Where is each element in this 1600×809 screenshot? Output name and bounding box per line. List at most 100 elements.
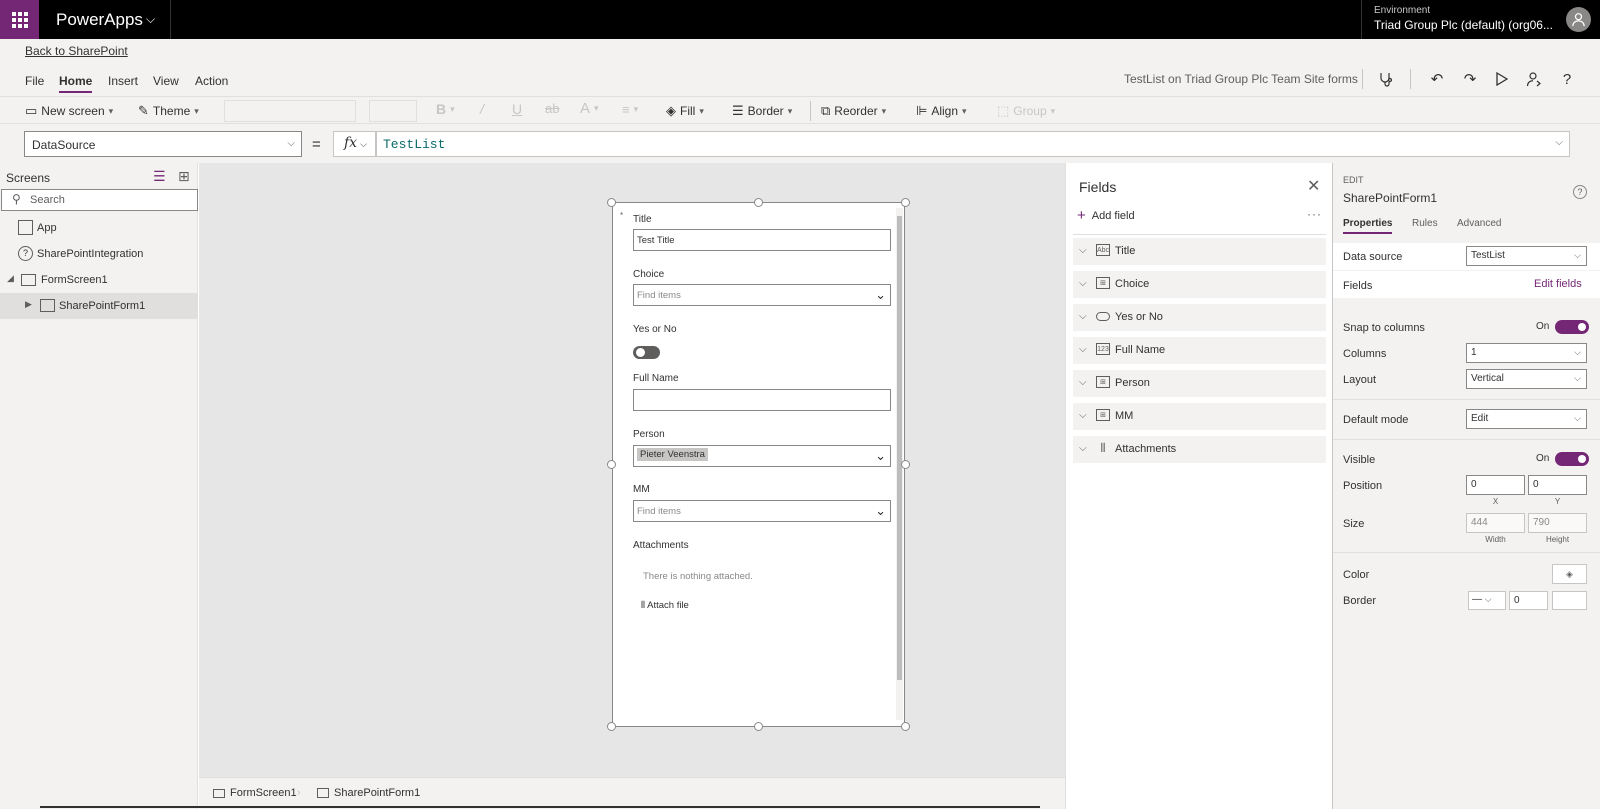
menu-home[interactable]: Home xyxy=(59,74,93,93)
tree-list-icon[interactable]: ☰ xyxy=(153,168,166,185)
align-button[interactable]: ⊫ Align ▾ xyxy=(916,103,967,119)
resize-handle[interactable] xyxy=(607,198,616,207)
yes-no-toggle[interactable] xyxy=(633,346,660,359)
form-scrollbar-thumb[interactable] xyxy=(897,216,902,680)
sharepoint-form[interactable]: * Title Test Title Choice Find items ⌄ Y… xyxy=(612,202,905,727)
help-icon[interactable]: ? xyxy=(1573,185,1587,199)
field-item-yes-or-no[interactable]: ⌵ Yes or No xyxy=(1073,304,1326,331)
field-item-choice[interactable]: ⌵ ⊞ Choice xyxy=(1073,271,1326,298)
attach-file-button[interactable]: ⫴ Attach file xyxy=(641,600,689,611)
font-family-select[interactable] xyxy=(224,100,356,122)
theme-button[interactable]: ✎ Theme ▾ xyxy=(138,103,199,119)
fx-button[interactable]: fx ⌵ xyxy=(333,131,376,157)
menu-file[interactable]: File xyxy=(25,74,44,88)
formula-input[interactable]: TestList ⌵ xyxy=(376,131,1570,157)
fill-color-picker[interactable]: ◈ xyxy=(1552,564,1587,584)
field-item-mm[interactable]: ⌵ ⊞ MM xyxy=(1073,403,1326,430)
back-to-sharepoint-link[interactable]: Back to SharePoint xyxy=(25,44,128,58)
menu-view[interactable]: View xyxy=(153,74,179,88)
redo-icon[interactable]: ↷ xyxy=(1460,69,1480,89)
snap-to-columns-toggle[interactable] xyxy=(1555,320,1589,334)
add-field-button[interactable]: + Add field xyxy=(1077,207,1135,224)
strikethrough-icon[interactable]: ab xyxy=(545,101,559,116)
menu-insert[interactable]: Insert xyxy=(108,74,138,88)
chevron-down-icon[interactable]: ⌵ xyxy=(1555,137,1563,148)
environment-picker[interactable]: Environment Triad Group Plc (default) (o… xyxy=(1361,0,1553,39)
border-width-input[interactable]: 0 xyxy=(1509,591,1548,610)
tree-item-sharepointintegration[interactable]: ? SharePointIntegration xyxy=(0,241,198,267)
resize-handle[interactable] xyxy=(607,722,616,731)
columns-select[interactable]: 1 ⌵ xyxy=(1466,343,1587,363)
person-combobox[interactable]: Pieter Veenstra ⌄ xyxy=(633,445,891,467)
app-name[interactable]: PowerApps xyxy=(56,10,143,30)
tree-item-sharepointform1[interactable]: ▶ SharePointForm1 xyxy=(0,293,198,319)
field-item-full-name[interactable]: ⌵ 123 Full Name xyxy=(1073,337,1326,364)
font-size-select[interactable] xyxy=(369,100,417,122)
chevron-down-icon[interactable]: ⌵ xyxy=(1079,443,1087,454)
undo-icon[interactable]: ↶ xyxy=(1427,69,1447,89)
choice-combobox[interactable]: Find items ⌄ xyxy=(633,284,891,306)
new-screen-button[interactable]: ▭ New screen ▾ xyxy=(25,103,113,119)
height-input[interactable]: 790 xyxy=(1528,513,1587,533)
chevron-down-icon[interactable]: ⌵ xyxy=(1079,377,1087,388)
visible-toggle[interactable] xyxy=(1555,452,1589,466)
fill-button[interactable]: ◈ Fill ▾ xyxy=(666,103,704,119)
property-select[interactable]: DataSource ⌵ xyxy=(24,131,302,157)
expand-arrow-icon[interactable]: ▶ xyxy=(25,299,32,310)
layout-select[interactable]: Vertical ⌵ xyxy=(1466,369,1587,389)
tree-search-input[interactable]: ⚲ Search xyxy=(1,189,198,211)
app-launcher-button[interactable] xyxy=(0,0,39,39)
text-align-icon[interactable]: ≡ ▾ xyxy=(622,102,638,117)
bold-icon[interactable]: B ▾ xyxy=(436,101,455,117)
resize-handle[interactable] xyxy=(901,198,910,207)
person-tag[interactable]: Pieter Veenstra xyxy=(637,448,708,461)
chevron-down-icon[interactable]: ⌵ xyxy=(1079,410,1087,421)
resize-handle[interactable] xyxy=(754,722,763,731)
field-item-title[interactable]: ⌵ Abc Title xyxy=(1073,238,1326,265)
edit-fields-link[interactable]: Edit fields xyxy=(1534,278,1582,290)
data-source-select[interactable]: TestList ⌵ xyxy=(1466,246,1587,266)
position-x-input[interactable]: 0 xyxy=(1466,475,1525,495)
width-input[interactable]: 444 xyxy=(1466,513,1525,533)
field-item-attachments[interactable]: ⌵ ⫴ Attachments xyxy=(1073,436,1326,463)
full-name-input[interactable] xyxy=(633,389,891,411)
avatar[interactable] xyxy=(1566,7,1591,32)
chevron-down-icon[interactable]: ⌵ xyxy=(146,12,155,27)
position-y-input[interactable]: 0 xyxy=(1528,475,1587,495)
border-color-picker[interactable] xyxy=(1552,591,1587,610)
breadcrumb-screen[interactable]: FormScreen1 xyxy=(213,787,297,799)
breadcrumb-control[interactable]: SharePointForm1 xyxy=(317,787,420,799)
app-checker-icon[interactable] xyxy=(1376,69,1396,89)
resize-handle[interactable] xyxy=(607,460,616,469)
border-button[interactable]: ☰ Border ▾ xyxy=(732,103,792,119)
mm-combobox[interactable]: Find items ⌄ xyxy=(633,500,891,522)
more-options-icon[interactable]: ··· xyxy=(1307,207,1322,221)
border-style-select[interactable]: — ⌵ xyxy=(1468,591,1506,610)
resize-handle[interactable] xyxy=(754,198,763,207)
chevron-down-icon[interactable]: ⌵ xyxy=(1079,245,1087,256)
tab-advanced[interactable]: Advanced xyxy=(1457,218,1501,229)
resize-handle[interactable] xyxy=(901,722,910,731)
menu-action[interactable]: Action xyxy=(195,74,228,88)
title-input[interactable]: Test Title xyxy=(633,229,891,251)
thumbnail-grid-icon[interactable]: ⊞ xyxy=(178,168,190,185)
default-mode-select[interactable]: Edit ⌵ xyxy=(1466,409,1587,429)
help-icon[interactable]: ? xyxy=(1557,69,1577,89)
underline-icon[interactable]: U xyxy=(512,101,522,117)
expand-arrow-icon[interactable]: ◢ xyxy=(7,273,14,284)
resize-handle[interactable] xyxy=(901,460,910,469)
tree-item-formscreen1[interactable]: ◢ FormScreen1 xyxy=(0,267,198,293)
chevron-down-icon[interactable]: ⌵ xyxy=(1079,278,1087,289)
tab-properties[interactable]: Properties xyxy=(1343,218,1393,234)
italic-icon[interactable]: / xyxy=(480,101,484,117)
tree-item-app[interactable]: App xyxy=(0,215,198,241)
close-icon[interactable]: ✕ xyxy=(1307,176,1320,196)
chevron-down-icon[interactable]: ⌵ xyxy=(1079,311,1087,322)
group-button[interactable]: ⬚ Group ▾ xyxy=(997,103,1055,119)
font-color-icon[interactable]: A ▾ xyxy=(580,100,599,117)
play-icon[interactable] xyxy=(1492,69,1512,89)
reorder-button[interactable]: ⧉ Reorder ▾ xyxy=(821,103,886,119)
share-user-icon[interactable] xyxy=(1524,69,1544,89)
tab-rules[interactable]: Rules xyxy=(1412,218,1438,229)
field-item-person[interactable]: ⌵ ⊞ Person xyxy=(1073,370,1326,397)
